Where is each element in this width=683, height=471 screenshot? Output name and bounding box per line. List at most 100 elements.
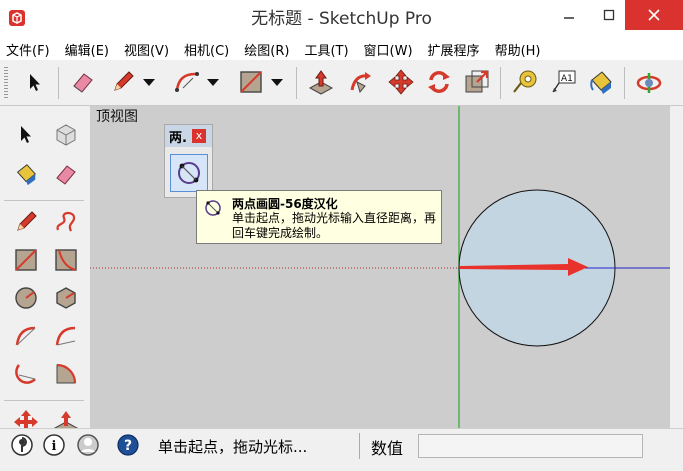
arc-dropdown[interactable] [204, 67, 222, 97]
push-pull-icon [53, 411, 79, 428]
paint-bucket-icon [590, 71, 612, 94]
window-bottom-edge [0, 462, 683, 471]
credits-button[interactable]: i [42, 433, 66, 457]
select-tool-button[interactable] [20, 67, 50, 97]
floating-toolbar[interactable]: 两. x [164, 124, 213, 198]
title-bar[interactable]: 无标题 - SketchUp Pro [0, 0, 683, 38]
floating-toolbar-header[interactable]: 两. x [165, 125, 212, 147]
pencil-tool-button[interactable] [108, 67, 138, 97]
two-point-circle-icon [178, 162, 200, 184]
freehand-icon [56, 211, 76, 232]
text-label-icon: A1 [552, 70, 576, 93]
maximize-icon [603, 9, 615, 21]
help-glyph: ? [124, 438, 132, 454]
rectangle-tool-button[interactable] [10, 244, 42, 276]
measurements-input[interactable] [418, 434, 643, 458]
paint-bucket-icon [16, 164, 36, 186]
main-toolbar: A1 [0, 61, 683, 106]
menu-view[interactable]: 视图(V) [124, 40, 169, 59]
line-tool-button[interactable] [10, 206, 42, 238]
viewport-edge [670, 106, 683, 428]
move-tool-button[interactable] [386, 67, 416, 97]
rectangle-icon [15, 249, 37, 271]
menu-draw[interactable]: 绘图(R) [244, 40, 289, 59]
view-label: 顶视图 [96, 109, 138, 125]
pie-tool-button[interactable] [50, 358, 82, 390]
move-icon [14, 410, 38, 428]
menu-edit[interactable]: 编辑(E) [65, 40, 109, 59]
menu-camera[interactable]: 相机(C) [184, 40, 229, 59]
push-pull-tool-button[interactable] [306, 67, 336, 97]
make-component-button[interactable] [50, 118, 82, 150]
rotate-tool-button[interactable] [424, 67, 454, 97]
toolbar-separator [500, 67, 501, 99]
close-button[interactable] [625, 0, 683, 30]
eraser-tool-button[interactable] [50, 158, 82, 190]
floating-toolbar-title: 两. [169, 131, 187, 146]
geo-location-button[interactable] [10, 433, 34, 457]
eraser-icon [56, 165, 76, 185]
select-tool-button[interactable] [10, 118, 42, 150]
status-message: 单击起点，拖动光标... [158, 438, 308, 456]
text-tool-label: A1 [561, 74, 573, 84]
toolbar-separator [624, 67, 625, 99]
minimize-icon [564, 17, 574, 19]
info-glyph: i [52, 439, 57, 454]
rectangle-dropdown[interactable] [268, 67, 286, 97]
menu-help[interactable]: 帮助(H) [495, 40, 541, 59]
user-account-button[interactable] [76, 433, 100, 457]
toolbar-grip[interactable] [4, 67, 8, 99]
toolbar-separator [58, 67, 59, 99]
push-pull-tool-button[interactable] [50, 406, 82, 428]
eraser-icon [73, 73, 93, 93]
palette-separator [4, 200, 84, 201]
two-point-arc-tool-button[interactable] [50, 320, 82, 352]
toolbar-separator [296, 67, 297, 99]
menu-window[interactable]: 窗口(W) [364, 40, 413, 59]
menu-file[interactable]: 文件(F) [6, 40, 50, 59]
polygon-tool-button[interactable] [50, 282, 82, 314]
follow-me-tool-button[interactable] [346, 67, 376, 97]
arc-icon [15, 326, 36, 346]
tape-measure-icon [513, 70, 537, 93]
paint-bucket-tool-button[interactable] [586, 67, 616, 97]
palette-separator [4, 400, 84, 401]
menu-tools[interactable]: 工具(T) [304, 40, 348, 59]
instructor-help-button[interactable]: ? [116, 433, 140, 457]
status-separator [359, 433, 360, 459]
tooltip-title: 两点画圆-56度汉化 [232, 197, 338, 211]
arc-icon [175, 72, 199, 92]
measurements-label: 数值 [371, 439, 404, 458]
freehand-tool-button[interactable] [50, 206, 82, 238]
text-tool-button[interactable]: A1 [548, 67, 578, 97]
paint-bucket-tool-button[interactable] [10, 158, 42, 190]
floating-toolbar-close-button[interactable]: x [192, 129, 206, 143]
three-point-arc-icon [15, 364, 36, 384]
circle-tool-button[interactable] [10, 282, 42, 314]
tape-measure-tool-button[interactable] [510, 67, 540, 97]
scale-icon [465, 70, 489, 93]
rectangle-tool-button[interactable] [236, 67, 266, 97]
dropdown-arrow-icon [207, 79, 219, 86]
move-icon [388, 69, 414, 95]
component-icon [56, 124, 76, 146]
arc-tool-button[interactable] [10, 320, 42, 352]
eraser-tool-button[interactable] [68, 67, 98, 97]
orbit-tool-button[interactable] [634, 67, 664, 97]
orbit-icon [636, 73, 662, 93]
credits-info-icon: i [43, 434, 65, 456]
menu-bar: 文件(F) 编辑(E) 视图(V) 相机(C) 绘图(R) 工具(T) 窗口(W… [0, 38, 683, 60]
pencil-icon [17, 211, 37, 231]
move-tool-button[interactable] [10, 406, 42, 428]
scale-tool-button[interactable] [462, 67, 492, 97]
follow-me-icon [350, 72, 371, 94]
arc-tool-button[interactable] [172, 67, 202, 97]
two-point-circle-tool-button[interactable] [170, 154, 208, 192]
large-tool-set-palette [0, 106, 90, 428]
menu-extensions[interactable]: 扩展程序 [428, 40, 480, 59]
three-point-arc-tool-button[interactable] [10, 358, 42, 390]
pencil-dropdown[interactable] [140, 67, 158, 97]
rectangle-icon [240, 71, 262, 93]
rotated-rectangle-tool-button[interactable] [50, 244, 82, 276]
pencil-icon [114, 71, 134, 91]
